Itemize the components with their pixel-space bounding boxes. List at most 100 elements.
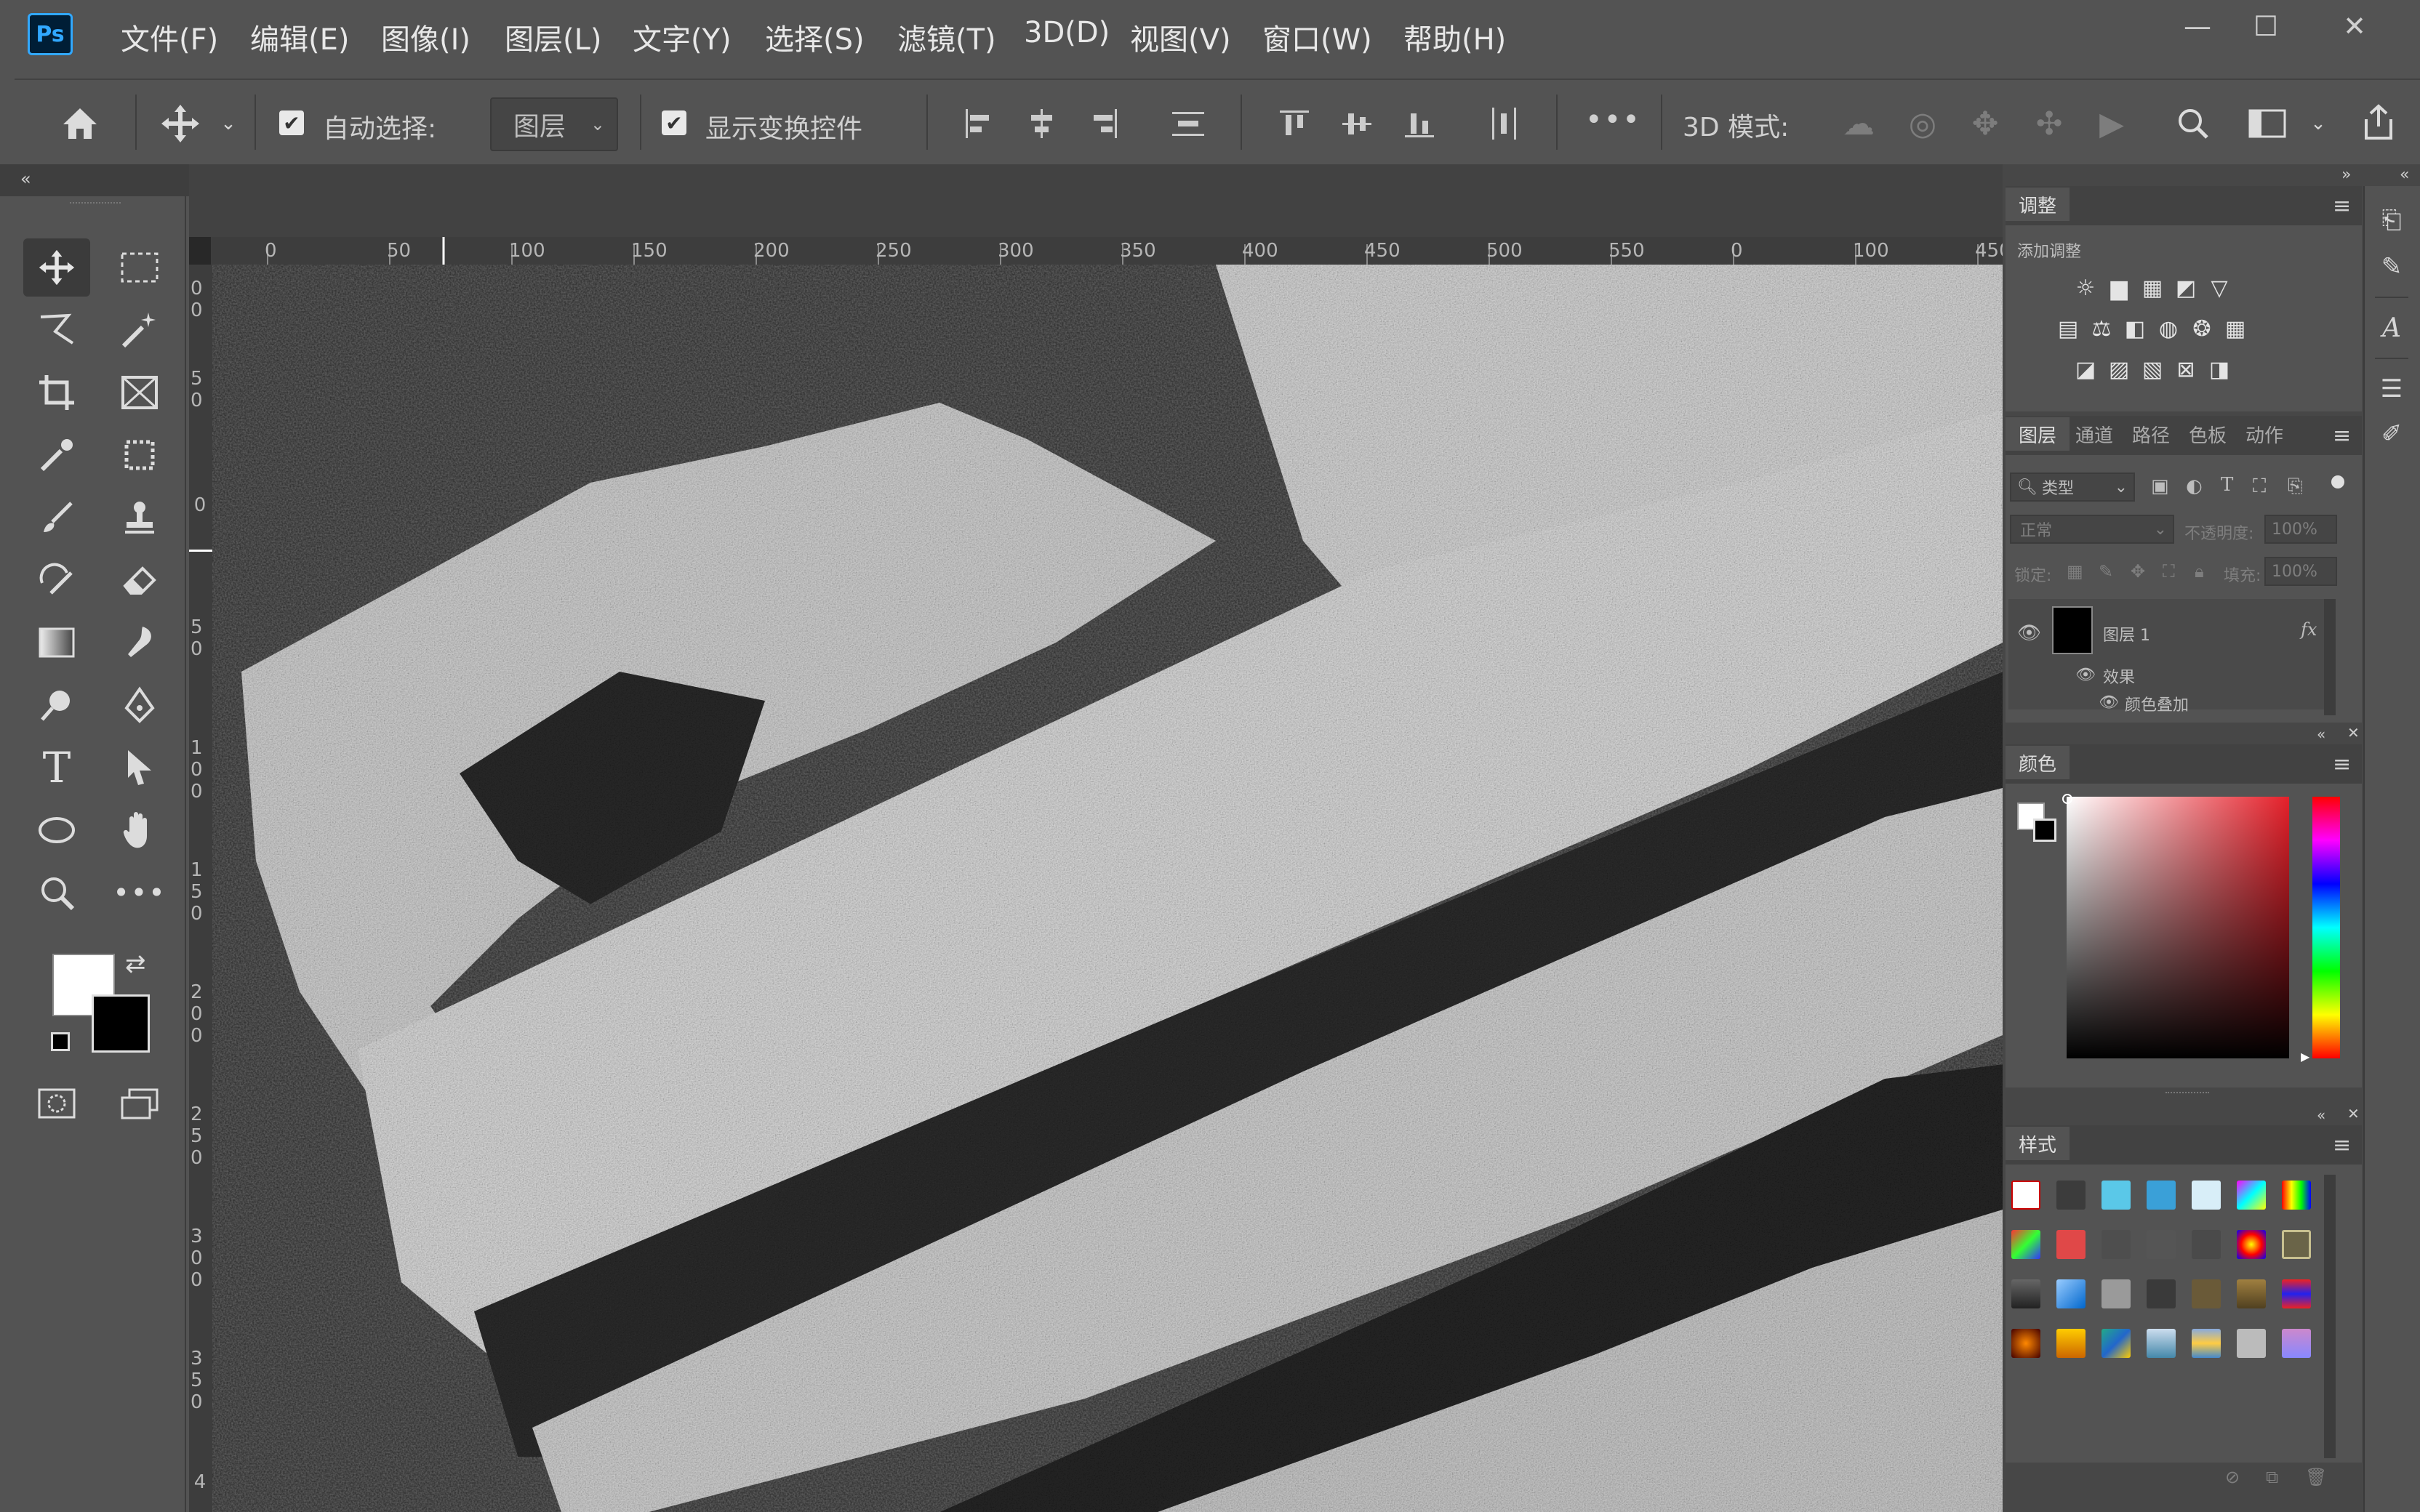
vibrance-icon[interactable]: ▽ [2203, 272, 2235, 304]
screen-mode-icon[interactable] [106, 1074, 173, 1133]
style-swatch[interactable] [2102, 1181, 2131, 1210]
move-tool-icon[interactable] [23, 238, 90, 297]
style-swatch[interactable] [2056, 1329, 2086, 1358]
align-top-icon[interactable] [1274, 103, 1315, 144]
style-none[interactable] [2011, 1181, 2040, 1210]
levels-icon[interactable]: ▆ [2103, 272, 2135, 304]
ruler-vertical[interactable]: 00 50 0 50 100 150 200 250 300 350 4 [189, 265, 214, 1512]
character-panel-icon[interactable]: A [2372, 308, 2411, 347]
color-balance-icon[interactable]: ⚖ [2086, 313, 2118, 345]
brushes-panel-icon[interactable]: ✐ [2372, 414, 2411, 454]
style-swatch[interactable] [2192, 1279, 2221, 1308]
hand-icon[interactable] [106, 801, 173, 859]
clear-style-icon[interactable]: ⊘ [2225, 1467, 2240, 1487]
menu-file[interactable]: 文件(F) [121, 16, 218, 58]
brush-settings-icon[interactable]: ✎ [2372, 247, 2411, 286]
style-swatch[interactable] [2282, 1329, 2311, 1358]
filter-adjust-icon[interactable]: ◐ [2186, 475, 2203, 497]
stamp-icon[interactable] [106, 488, 173, 547]
properties-panel-icon[interactable]: ☰ [2372, 369, 2411, 409]
tab-layers[interactable]: 图层 [2006, 417, 2070, 451]
selective-color-icon[interactable]: ⊠ [2170, 353, 2202, 385]
align-right-icon[interactable] [1083, 103, 1124, 144]
style-swatch[interactable] [2192, 1329, 2221, 1358]
style-swatch[interactable] [2102, 1230, 2131, 1259]
search-icon[interactable] [2170, 102, 2216, 145]
style-swatch[interactable] [2282, 1230, 2311, 1259]
curves-icon[interactable]: ▦ [2136, 272, 2168, 304]
collapse-arrows-icon[interactable]: » [2341, 166, 2351, 184]
workspace-icon[interactable] [2244, 102, 2291, 145]
threshold-icon[interactable]: ▧ [2136, 353, 2168, 385]
menu-layer[interactable]: 图层(L) [505, 16, 602, 58]
opacity-field[interactable]: 100% [2264, 515, 2337, 544]
panel-menu-icon[interactable]: ≡ [2333, 423, 2351, 449]
visibility-eye-icon[interactable]: 👁︎ [2017, 622, 2041, 644]
visibility-eye-icon[interactable]: 👁︎ [2099, 693, 2119, 712]
posterize-icon[interactable]: ▨ [2103, 353, 2135, 385]
style-swatch[interactable] [2147, 1279, 2176, 1308]
close-button[interactable]: ✕ [2324, 6, 2385, 47]
tab-paths[interactable]: 路径 [2119, 417, 2183, 451]
chevron-down-icon[interactable]: ⌄ [215, 109, 241, 138]
history-brush-icon[interactable] [23, 551, 90, 609]
slice-icon[interactable] [106, 426, 173, 484]
collapse-arrows-icon[interactable]: « [2317, 725, 2325, 743]
tab-adjustments[interactable]: 调整 [2006, 188, 2070, 221]
lasso-icon[interactable] [23, 301, 90, 359]
zoom-icon[interactable] [23, 864, 90, 922]
minimize-button[interactable]: — [2167, 6, 2228, 47]
ruler-horizontal[interactable]: 0 50 100 150 200 250 300 350 400 450 500… [211, 237, 2003, 266]
history-panel-icon[interactable]: ⎗ [2372, 201, 2411, 240]
collapse-arrows-icon[interactable]: « [2400, 166, 2409, 184]
align-hcenter-icon[interactable] [1021, 103, 1062, 144]
panel-menu-icon[interactable]: ≡ [2333, 752, 2351, 777]
black-white-icon[interactable]: ◧ [2119, 313, 2151, 345]
lock-artboard-icon[interactable]: ⛶ [2163, 561, 2175, 582]
align-left-icon[interactable] [958, 103, 999, 144]
channel-mixer-icon[interactable]: ❂ [2186, 313, 2218, 345]
menu-filter[interactable]: 滤镜(T) [897, 16, 996, 58]
styles-scrollbar[interactable] [2324, 1175, 2336, 1458]
style-swatch[interactable] [2102, 1279, 2131, 1308]
more-tools-icon[interactable]: ••• [106, 864, 173, 922]
background-color-swatch[interactable] [2033, 819, 2056, 842]
distribute-horizontal-icon[interactable] [1483, 103, 1524, 144]
menu-image[interactable]: 图像(I) [381, 16, 470, 58]
collapse-arrows-icon[interactable]: « [20, 169, 31, 189]
layer-name[interactable]: 图层 1 [2103, 622, 2150, 646]
quick-mask-icon[interactable] [23, 1074, 90, 1133]
pen-icon[interactable] [106, 676, 173, 734]
dodge-icon[interactable] [23, 676, 90, 734]
hue-slider-handle[interactable]: ▶ [2301, 1050, 2309, 1063]
invert-icon[interactable]: ◪ [2070, 353, 2102, 385]
panel-resize-grip[interactable] [2165, 1092, 2209, 1098]
color-field[interactable] [2067, 797, 2289, 1058]
blend-mode-dropdown[interactable]: 正常 ⌄ [2010, 515, 2174, 544]
filter-smart-icon[interactable]: ⎘ [2288, 475, 2303, 498]
style-swatch[interactable] [2056, 1230, 2086, 1259]
lock-pixels-icon[interactable]: ✎ [2099, 561, 2113, 582]
style-swatch[interactable] [2011, 1279, 2040, 1308]
restore-button[interactable]: ☐ [2235, 6, 2296, 47]
style-swatch[interactable] [2011, 1329, 2040, 1358]
style-swatch[interactable] [2282, 1181, 2311, 1210]
tab-actions[interactable]: 动作 [2232, 417, 2296, 451]
style-swatch[interactable] [2282, 1279, 2311, 1308]
crop-icon[interactable] [23, 363, 90, 422]
filter-type-icon[interactable]: T [2221, 474, 2233, 496]
menu-view[interactable]: 视图(V) [1130, 16, 1231, 58]
style-swatch[interactable] [2011, 1230, 2040, 1259]
style-swatch[interactable] [2237, 1329, 2266, 1358]
lock-all-icon[interactable]: 🔒︎ [2195, 561, 2204, 582]
gradient-map-icon[interactable]: ◨ [2203, 353, 2235, 385]
lock-position-icon[interactable]: ✥ [2131, 561, 2145, 582]
frame-icon[interactable] [106, 363, 173, 422]
menu-window[interactable]: 窗口(W) [1262, 16, 1372, 58]
chevron-down-icon[interactable]: ⌄ [2305, 109, 2331, 138]
visibility-eye-icon[interactable]: 👁︎ [2075, 666, 2096, 684]
style-swatch[interactable] [2147, 1230, 2176, 1259]
close-icon[interactable]: ✕ [2347, 724, 2360, 741]
menu-help[interactable]: 帮助(H) [1403, 16, 1506, 58]
document-canvas[interactable] [212, 265, 2003, 1512]
